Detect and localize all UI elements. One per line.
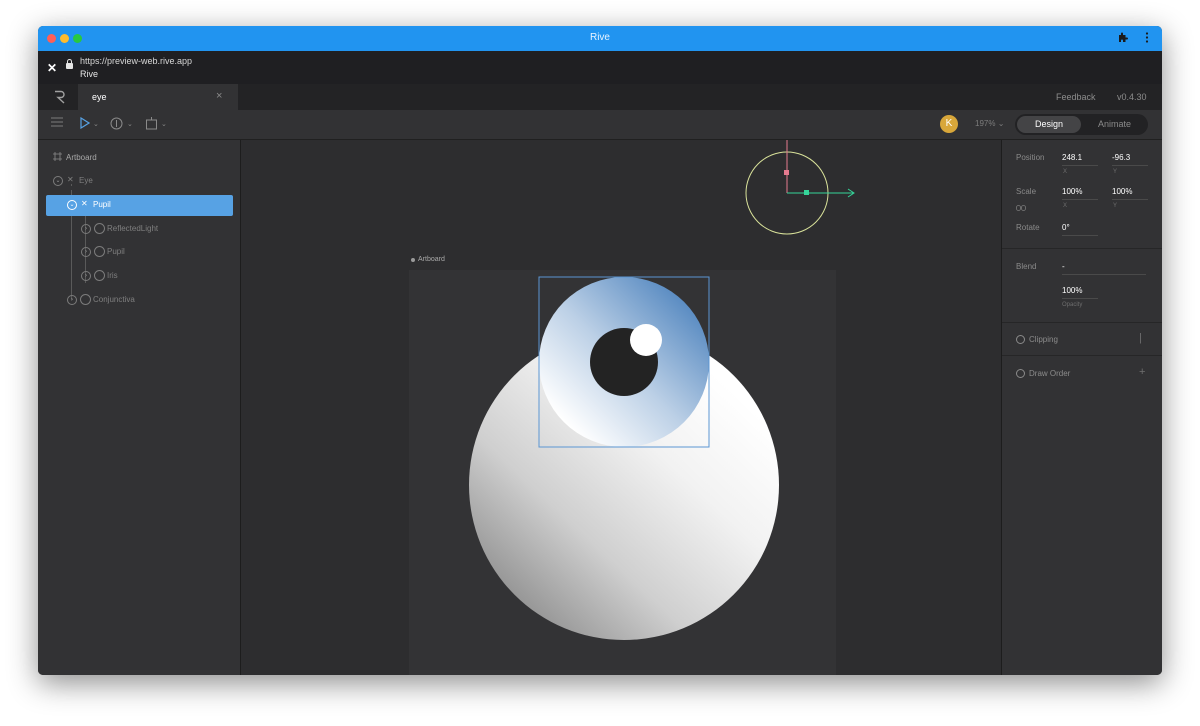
chevron-down-icon[interactable]: ⌄ <box>93 120 99 128</box>
design-mode-button[interactable]: Design <box>1017 116 1081 133</box>
rotate-label: Rotate <box>1016 223 1040 232</box>
divider <box>1002 322 1162 323</box>
y-label: Y <box>1113 169 1118 175</box>
reflected-light-shape[interactable] <box>630 324 662 356</box>
blend-label: Blend <box>1016 262 1037 271</box>
ellipse-icon <box>80 294 91 305</box>
tree-item-iris[interactable]: › Iris <box>46 266 233 287</box>
select-tool-icon[interactable] <box>80 116 91 132</box>
url-bar: ✕ https://preview-web.rive.app Rive <box>38 51 1162 85</box>
ellipse-icon <box>94 270 105 281</box>
menu-icon[interactable] <box>51 117 63 130</box>
browser-window: Rive ✕ https://preview-web.rive.app Rive… <box>38 26 1162 675</box>
opacity-input[interactable]: 100% <box>1062 286 1098 299</box>
design-canvas[interactable]: Artboard <box>241 140 1001 675</box>
tab-eye[interactable]: eye × <box>78 84 238 110</box>
clipping-action[interactable]: | <box>1139 332 1142 344</box>
kebab-icon[interactable] <box>1145 32 1149 46</box>
mode-toggle: Design Animate <box>1015 114 1148 135</box>
url-page-title: Rive <box>80 69 99 79</box>
chevron-down-icon[interactable] <box>1016 369 1025 378</box>
animate-mode-button[interactable]: Animate <box>1083 116 1146 133</box>
chevron-right-icon[interactable]: › <box>81 247 91 257</box>
group-icon: ✕ <box>81 199 88 208</box>
artboard-tool-icon[interactable] <box>145 117 158 133</box>
position-label: Position <box>1016 153 1045 162</box>
chevron-down-icon[interactable]: ⌄ <box>67 200 77 210</box>
properties-panel: Position 248.1 -96.3 X Y Scale 100% 100%… <box>1001 140 1162 675</box>
zoom-dropdown[interactable]: 197% ⌄ <box>975 119 1004 128</box>
x-label: X <box>1063 169 1068 175</box>
tree-item-label: Eye <box>79 176 93 185</box>
divider <box>1002 248 1162 249</box>
position-y-input[interactable]: -96.3 <box>1112 153 1148 166</box>
link-scale-icon[interactable] <box>1016 199 1026 217</box>
x-axis-knob[interactable] <box>804 190 809 195</box>
position-x-input[interactable]: 248.1 <box>1062 153 1098 166</box>
tree-item-pupil-group[interactable]: ⌄ ✕ Pupil <box>46 195 233 216</box>
tab-bar: eye × Feedback v0.4.30 <box>38 84 1162 110</box>
add-draw-order-button[interactable]: + <box>1139 366 1145 378</box>
y-axis-knob[interactable] <box>784 170 789 175</box>
url-text[interactable]: https://preview-web.rive.app <box>80 56 192 66</box>
chevron-right-icon[interactable]: › <box>81 224 91 234</box>
tab-label: eye <box>92 92 107 102</box>
tree-item-label: Conjunctiva <box>93 295 135 304</box>
canvas-drawing <box>409 140 855 675</box>
hierarchy-panel: Artboard ⌄ ✕ Eye ⌄ ✕ Pupil › ReflectedLi… <box>38 140 241 675</box>
group-icon: ✕ <box>67 175 74 184</box>
chevron-down-icon[interactable]: ⌄ <box>161 120 167 128</box>
tree-item-pupil[interactable]: › Pupil <box>46 242 233 263</box>
rotate-input[interactable]: 0° <box>1062 223 1098 236</box>
puzzle-icon[interactable] <box>1117 32 1128 46</box>
shape-tool-icon[interactable] <box>110 117 123 133</box>
y-label: Y <box>1113 203 1118 209</box>
tab-close-icon[interactable]: × <box>216 90 222 102</box>
tree-item-conjunctiva[interactable]: › Conjunctiva <box>46 290 233 311</box>
artboard-label[interactable]: Artboard <box>418 256 445 263</box>
tree-item-label: Iris <box>107 271 118 280</box>
ellipse-icon <box>94 223 105 234</box>
ellipse-icon <box>94 246 105 257</box>
chevron-down-icon[interactable]: ⌄ <box>53 176 63 186</box>
chevron-down-icon[interactable] <box>1016 335 1025 344</box>
lock-icon <box>66 59 73 69</box>
x-label: X <box>1063 203 1068 209</box>
opacity-label: Opacity <box>1062 302 1083 308</box>
divider <box>1002 355 1162 356</box>
toolbar: ⌄ ⌄ ⌄ K 197% ⌄ Design Animate <box>38 110 1162 140</box>
tree-item-reflectedlight[interactable]: › ReflectedLight <box>46 219 233 240</box>
window-title: Rive <box>589 32 610 43</box>
tree-item-label: ReflectedLight <box>107 224 159 233</box>
version-label: v0.4.30 <box>1117 92 1147 102</box>
tree-item-artboard[interactable]: Artboard <box>46 148 233 169</box>
chevron-right-icon[interactable]: › <box>81 271 91 281</box>
feedback-link[interactable]: Feedback <box>1056 92 1096 102</box>
tree-item-label: Artboard <box>66 153 97 162</box>
blend-select[interactable]: - <box>1062 262 1146 275</box>
tree-item-eye[interactable]: ⌄ ✕ Eye <box>46 171 233 192</box>
tree-item-label: Pupil <box>93 200 111 209</box>
artboard-icon <box>53 152 62 163</box>
zoom-value: 197% <box>975 119 996 128</box>
title-bar: Rive <box>38 26 1162 51</box>
scale-label: Scale <box>1016 187 1037 196</box>
chevron-down-icon[interactable]: ⌄ <box>127 120 133 128</box>
avatar[interactable]: K <box>940 115 958 133</box>
rive-logo-icon[interactable] <box>54 90 66 104</box>
close-icon[interactable]: ✕ <box>47 61 57 75</box>
tree-item-label: Pupil <box>107 247 125 256</box>
clipping-section-label[interactable]: Clipping <box>1029 335 1058 344</box>
chevron-right-icon[interactable]: › <box>67 295 77 305</box>
scale-x-input[interactable]: 100% <box>1062 187 1098 200</box>
artboard-dot <box>411 258 415 262</box>
scale-y-input[interactable]: 100% <box>1112 187 1148 200</box>
draw-order-section-label[interactable]: Draw Order <box>1029 369 1070 378</box>
